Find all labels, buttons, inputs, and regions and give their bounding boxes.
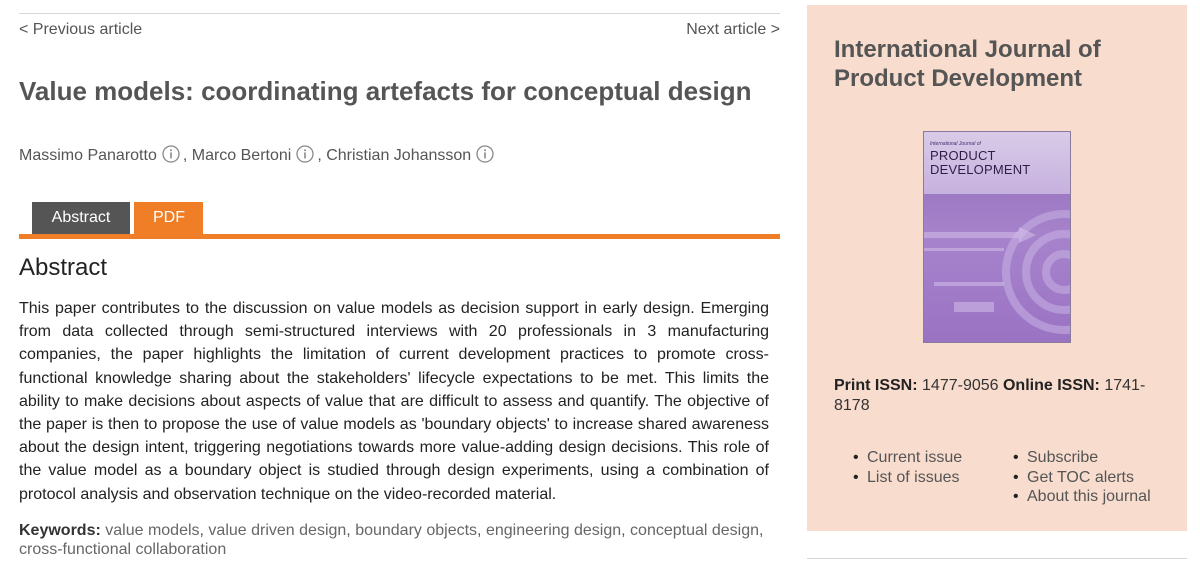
- keyword-link[interactable]: engineering design: [486, 522, 621, 539]
- top-divider: [19, 13, 780, 14]
- tab-pdf[interactable]: PDF: [134, 202, 203, 234]
- sidebar-bottom-divider: [807, 558, 1187, 559]
- author-name[interactable]: Christian Johansson: [326, 147, 471, 164]
- about-journal-link[interactable]: About this journal: [1007, 487, 1151, 507]
- tab-abstract[interactable]: Abstract: [32, 202, 130, 234]
- info-icon[interactable]: [296, 145, 314, 168]
- previous-article-link[interactable]: < Previous article: [19, 21, 142, 39]
- author-name[interactable]: Marco Bertoni: [192, 147, 292, 164]
- print-issn-value: 1477-9056: [922, 377, 999, 394]
- next-article-link[interactable]: Next article >: [686, 21, 780, 39]
- cover-subtitle: International Journal of: [930, 141, 981, 147]
- toc-alerts-link[interactable]: Get TOC alerts: [1007, 468, 1151, 488]
- keyword-link[interactable]: value models: [105, 522, 199, 539]
- keywords-label: Keywords:: [19, 522, 101, 539]
- abstract-heading: Abstract: [19, 254, 108, 281]
- subscribe-link[interactable]: Subscribe: [1007, 448, 1151, 468]
- author-list: Massimo Panarotto, Marco Bertoni, Christ…: [19, 145, 497, 168]
- info-icon[interactable]: [162, 145, 180, 168]
- cover-title: PRODUCT DEVELOPMENT: [930, 149, 1030, 177]
- issn-info: Print ISSN: 1477-9056 Online ISSN: 1741-…: [834, 376, 1164, 416]
- author-name[interactable]: Massimo Panarotto: [19, 147, 157, 164]
- current-issue-link[interactable]: Current issue: [847, 448, 962, 468]
- cover-title-line: PRODUCT: [930, 148, 996, 163]
- journal-title[interactable]: International Journal of Product Develop…: [834, 35, 1164, 93]
- article-title: Value models: coordinating artefacts for…: [19, 76, 752, 106]
- journal-links-left: Current issue List of issues: [847, 448, 962, 487]
- keywords: Keywords: value models, value driven des…: [19, 522, 764, 558]
- print-issn-label: Print ISSN:: [834, 377, 918, 394]
- list-of-issues-link[interactable]: List of issues: [847, 468, 962, 488]
- keyword-link[interactable]: value driven design: [208, 522, 346, 539]
- info-icon[interactable]: [476, 145, 494, 168]
- journal-cover-image[interactable]: International Journal of PRODUCT DEVELOP…: [923, 131, 1071, 343]
- cover-title-line: DEVELOPMENT: [930, 162, 1031, 177]
- tab-underline-bar: [19, 234, 780, 239]
- keyword-link[interactable]: conceptual design: [630, 522, 759, 539]
- keyword-link[interactable]: cross-functional collaboration: [19, 541, 226, 558]
- journal-sidebar: International Journal of Product Develop…: [807, 5, 1187, 531]
- journal-links-right: Subscribe Get TOC alerts About this jour…: [1007, 448, 1151, 507]
- abstract-text: This paper contributes to the discussion…: [19, 300, 769, 503]
- article-tabs: Abstract PDF: [32, 202, 203, 234]
- keyword-link[interactable]: boundary objects: [355, 522, 477, 539]
- online-issn-label: Online ISSN:: [1002, 377, 1100, 394]
